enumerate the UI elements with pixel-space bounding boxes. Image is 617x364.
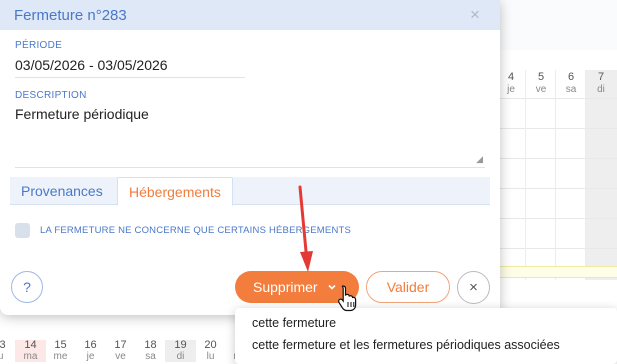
day-name: lu (0, 351, 4, 362)
calendar-day-header: 18 sa (135, 340, 166, 362)
day-number: 4 (507, 71, 515, 83)
tab-provenances[interactable]: Provenances (10, 177, 114, 206)
calendar-col-divider (585, 70, 586, 280)
resize-grip-icon[interactable]: ◢ (476, 154, 483, 165)
calendar-closure-band (500, 266, 617, 278)
accommodation-only-checkbox[interactable] (15, 223, 30, 238)
delete-label: Supprimer (253, 279, 318, 295)
day-number: 5 (537, 71, 545, 83)
calendar-day-header: 20 lu (195, 340, 226, 362)
calendar-day-header: 15 me (45, 340, 76, 362)
period-label: PÉRIODE (15, 40, 63, 51)
day-name: je (507, 84, 515, 95)
menu-item-delete-all-periodic[interactable]: cette fermeture et les fermetures périod… (252, 338, 560, 352)
period-field[interactable]: 03/05/2026 - 03/05/2026 (15, 57, 168, 73)
cancel-button[interactable]: × (457, 271, 490, 304)
calendar-day-header: 6 sa (556, 72, 586, 95)
day-number: 19 (174, 339, 187, 351)
day-name: me (53, 351, 68, 362)
day-name: ve (115, 351, 126, 362)
description-textarea[interactable]: Fermeture périodique ◢ (15, 104, 485, 168)
close-icon[interactable]: × (470, 5, 480, 25)
day-name: sa (145, 351, 156, 362)
chevron-down-icon (327, 272, 337, 304)
day-number: 15 (54, 339, 67, 351)
closure-modal: Fermeture n°283 × PÉRIODE 03/05/2026 - 0… (0, 0, 500, 315)
calendar-col-divider (525, 70, 526, 280)
tab-hebergements[interactable]: Hébergements (117, 177, 233, 206)
menu-item-delete-this[interactable]: cette fermeture (252, 316, 336, 330)
day-number: 18 (144, 339, 157, 351)
calendar-day-header-weekend: 19 di (165, 340, 196, 362)
day-number: 20 (204, 339, 217, 351)
day-number: 17 (114, 339, 127, 351)
calendar-top-band (500, 0, 617, 50)
modal-header: Fermeture n°283 × (0, 0, 500, 30)
calendar-day-header: 13 lu (0, 340, 15, 362)
delete-options-menu: cette fermeture cette fermeture et les f… (235, 308, 617, 364)
calendar-row-divider (500, 188, 617, 189)
calendar-day-header: 7 di (586, 72, 616, 95)
calendar-day-header: 5 ve (526, 72, 556, 95)
day-number: 7 (597, 71, 605, 83)
day-name: je (86, 351, 95, 362)
day-name: ma (23, 351, 38, 362)
calendar-day-header: 4 je (496, 72, 526, 95)
day-name: di (176, 351, 185, 362)
calendar-row-divider (500, 248, 617, 249)
calendar-day-header: 16 je (75, 340, 106, 362)
calendar-day-header: 17 ve (105, 340, 136, 362)
calendar-row-divider (500, 158, 617, 159)
day-name: lu (206, 351, 215, 362)
day-number: 6 (567, 71, 575, 83)
calendar-day-header-today: 14 ma (15, 340, 46, 362)
validate-button[interactable]: Valider (366, 271, 450, 303)
help-icon: ? (23, 279, 31, 295)
help-button[interactable]: ? (11, 271, 43, 303)
tabs-bar: Provenances Hébergements (10, 177, 490, 206)
day-name: sa (565, 84, 577, 95)
delete-button[interactable]: Supprimer (235, 271, 359, 303)
description-label: DESCRIPTION (15, 90, 87, 101)
day-number: 14 (24, 339, 37, 351)
calendar-row-divider (500, 128, 617, 129)
calendar-col-divider (555, 70, 556, 280)
modal-title: Fermeture n°283 (14, 7, 127, 24)
day-number: 16 (84, 339, 97, 351)
calendar-row-divider (500, 98, 617, 99)
close-icon: × (469, 279, 478, 296)
description-value: Fermeture périodique (15, 106, 149, 122)
day-name: ve (535, 84, 547, 95)
period-underline (15, 77, 245, 78)
calendar-row-divider (500, 218, 617, 219)
accommodation-only-label[interactable]: LA FERMETURE NE CONCERNE QUE CERTAINS HÉ… (40, 225, 351, 236)
day-name: di (597, 84, 605, 95)
day-number: 13 (0, 339, 6, 351)
